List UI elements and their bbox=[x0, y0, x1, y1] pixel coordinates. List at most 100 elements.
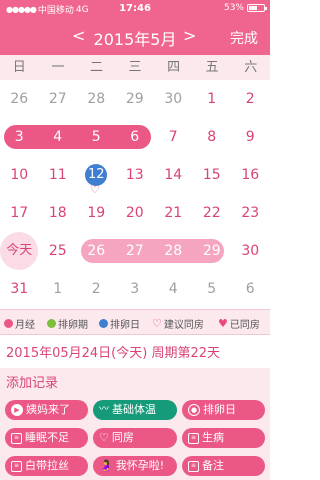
weekday-tue: 二 bbox=[89, 60, 103, 75]
day-cell[interactable]: 1 bbox=[39, 270, 78, 308]
button-label: 姨妈来了 bbox=[26, 403, 70, 416]
legend-ovulation-label: 排卵日 bbox=[110, 320, 140, 331]
week-row: ♡ 10 11 12 13 14 15 16 bbox=[0, 156, 270, 196]
day-cell[interactable]: 31 bbox=[0, 270, 39, 308]
day-cell[interactable]: 30 bbox=[231, 232, 270, 270]
day-cell[interactable]: 29 bbox=[116, 80, 155, 118]
battery-percent: 53% bbox=[223, 3, 244, 13]
day-cell[interactable]: 26 bbox=[0, 80, 39, 118]
day-cell-period[interactable]: 3 bbox=[0, 118, 39, 156]
day-cell-predicted[interactable]: 27 bbox=[116, 232, 155, 270]
pregnant-icon: 🤰 bbox=[99, 459, 113, 472]
day-cell[interactable]: 23 bbox=[231, 194, 270, 232]
day-cell[interactable]: 2 bbox=[77, 270, 116, 308]
sleep-lack-button[interactable]: ≡ 睡眠不足 bbox=[5, 428, 88, 448]
records-panel: ▶ 姨妈来了 〰 基础体温 ● 排卵日 ≡ 睡眠不足 ♡ 同房 ≡ 生病 ≡ 白… bbox=[0, 392, 270, 480]
weekday-sun: 日 bbox=[12, 60, 26, 75]
button-label: 基础体温 bbox=[112, 403, 156, 416]
day-cell[interactable]: 20 bbox=[116, 194, 155, 232]
nav-bar: < 2015年5月 > 完成 bbox=[0, 18, 270, 55]
button-label: 睡眠不足 bbox=[25, 431, 69, 444]
ovulation-day-button[interactable]: ● 排卵日 bbox=[182, 400, 265, 420]
legend-period-label: 月经 bbox=[15, 320, 35, 331]
day-cell[interactable]: 14 bbox=[154, 156, 193, 194]
filled-heart-icon: ♥ bbox=[218, 316, 228, 330]
day-cell[interactable]: 19 bbox=[77, 194, 116, 232]
button-label: 生病 bbox=[202, 431, 224, 444]
day-cell[interactable]: 28 bbox=[77, 80, 116, 118]
legend-fertile-label: 排卵期 bbox=[58, 320, 88, 331]
legend-ovulation: 排卵日 bbox=[99, 316, 140, 331]
day-cell[interactable]: 7 bbox=[154, 118, 193, 156]
heart-icon: ♡ bbox=[99, 431, 109, 444]
records-title: 添加记录 bbox=[6, 376, 59, 391]
target-icon: ● bbox=[188, 404, 200, 416]
button-label: 同房 bbox=[111, 431, 134, 444]
calendar-grid: 26 27 28 29 30 1 2 3 4 5 6 7 8 9 ♡ 10 11… bbox=[0, 80, 270, 308]
legend-done: ♥ 已同房 bbox=[218, 316, 260, 332]
button-label: 我怀孕啦! bbox=[115, 459, 165, 472]
ovulation-dot-icon bbox=[99, 319, 108, 328]
day-cell[interactable]: 9 bbox=[231, 118, 270, 156]
done-button[interactable]: 完成 bbox=[230, 28, 258, 48]
weekday-fri: 五 bbox=[205, 60, 219, 75]
fertile-dot-icon bbox=[47, 319, 56, 328]
button-label: 备注 bbox=[202, 459, 224, 472]
calendar-legend: 月经 排卵期 排卵日 ♡ 建议同房 ♥ 已同房 bbox=[0, 309, 270, 335]
notes-button[interactable]: ≡ 备注 bbox=[182, 456, 265, 476]
day-cell[interactable]: 16 bbox=[231, 156, 270, 194]
battery-icon bbox=[247, 4, 267, 12]
day-cell-ovulation[interactable]: 12 bbox=[77, 156, 116, 194]
day-cell[interactable]: 10 bbox=[0, 156, 39, 194]
day-cell[interactable]: 5 bbox=[193, 270, 232, 308]
period-start-button[interactable]: ▶ 姨妈来了 bbox=[5, 400, 88, 420]
battery-info: 53% bbox=[223, 3, 267, 13]
day-cell-today[interactable]: 今天 bbox=[0, 232, 39, 270]
day-cell-predicted[interactable]: 28 bbox=[154, 232, 193, 270]
day-cell[interactable]: 11 bbox=[39, 156, 78, 194]
play-icon: ▶ bbox=[11, 404, 23, 416]
day-cell-period[interactable]: 6 bbox=[116, 118, 155, 156]
weekday-sat: 六 bbox=[244, 60, 258, 75]
discharge-button[interactable]: ≡ 白带拉丝 bbox=[5, 456, 88, 476]
week-row: 26 27 28 29 30 1 2 bbox=[0, 80, 270, 118]
note-icon: ≡ bbox=[11, 460, 22, 472]
day-cell[interactable]: 1 bbox=[193, 80, 232, 118]
day-cell[interactable]: 22 bbox=[193, 194, 232, 232]
day-cell[interactable]: 17 bbox=[0, 194, 39, 232]
day-cell[interactable]: 21 bbox=[154, 194, 193, 232]
legend-period: 月经 bbox=[4, 316, 35, 331]
legend-suggest: ♡ 建议同房 bbox=[152, 316, 204, 332]
day-cell[interactable]: 25 bbox=[39, 232, 78, 270]
intercourse-button[interactable]: ♡ 同房 bbox=[93, 428, 177, 448]
day-cell-period[interactable]: 5 bbox=[77, 118, 116, 156]
chart-icon: 〰 bbox=[99, 404, 109, 415]
week-row: 3 4 5 6 7 8 9 bbox=[0, 118, 270, 156]
day-cell[interactable]: 27 bbox=[39, 80, 78, 118]
period-dot-icon bbox=[4, 319, 13, 328]
note-icon: ≡ bbox=[11, 432, 22, 444]
status-bar: ●●●●● 中国移动 4G 17:46 53% bbox=[0, 0, 270, 18]
note-icon: ≡ bbox=[188, 432, 199, 444]
legend-done-label: 已同房 bbox=[229, 320, 260, 331]
day-cell-predicted[interactable]: 29 bbox=[193, 232, 232, 270]
day-cell-period[interactable]: 4 bbox=[39, 118, 78, 156]
selected-date-info: 2015年05月24日(今天) 周期第22天 bbox=[6, 346, 220, 361]
day-cell[interactable]: 18 bbox=[39, 194, 78, 232]
next-month-button[interactable]: > bbox=[183, 26, 196, 45]
day-cell[interactable]: 6 bbox=[231, 270, 270, 308]
note-icon: ≡ bbox=[188, 460, 199, 472]
day-cell[interactable]: 13 bbox=[116, 156, 155, 194]
day-cell[interactable]: 15 bbox=[193, 156, 232, 194]
day-cell[interactable]: 8 bbox=[193, 118, 232, 156]
day-cell[interactable]: 2 bbox=[231, 80, 270, 118]
day-cell-predicted[interactable]: 26 bbox=[77, 232, 116, 270]
basal-temp-button[interactable]: 〰 基础体温 bbox=[93, 400, 177, 420]
day-cell[interactable]: 4 bbox=[154, 270, 193, 308]
pregnant-button[interactable]: 🤰 我怀孕啦! bbox=[93, 456, 177, 476]
week-row: 17 18 19 20 21 22 23 bbox=[0, 194, 270, 232]
sick-button[interactable]: ≡ 生病 bbox=[182, 428, 265, 448]
button-label: 白带拉丝 bbox=[25, 459, 69, 472]
day-cell[interactable]: 30 bbox=[154, 80, 193, 118]
day-cell[interactable]: 3 bbox=[116, 270, 155, 308]
